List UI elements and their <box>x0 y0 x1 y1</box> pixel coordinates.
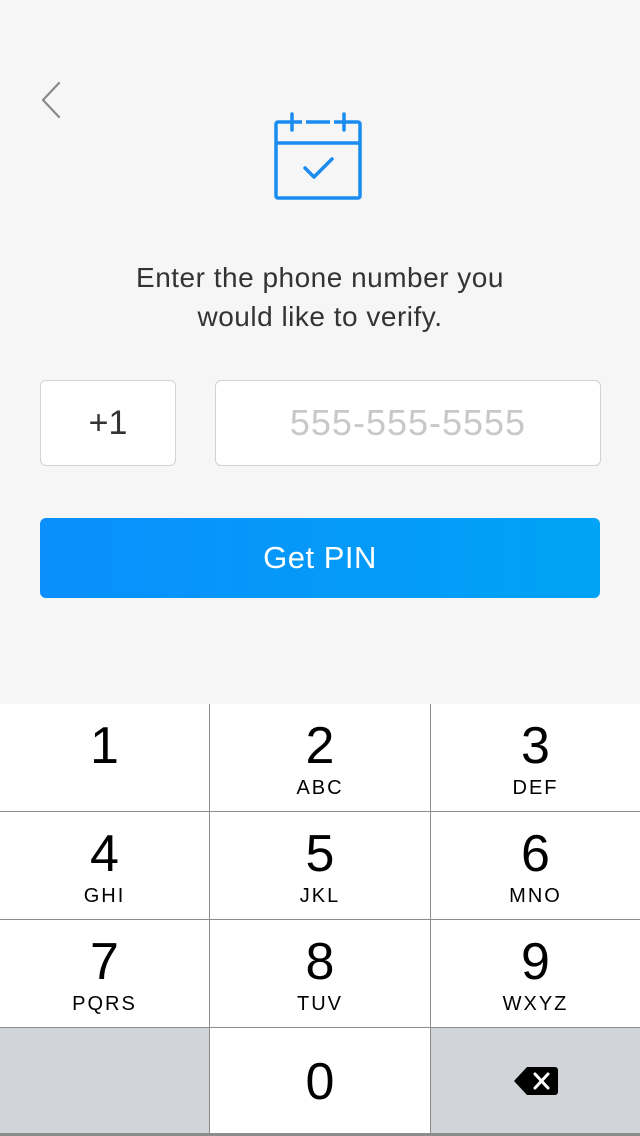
keypad-key-1[interactable]: 1 <box>0 704 209 811</box>
keypad-key-5[interactable]: 5 JKL <box>210 812 430 919</box>
phone-number-input[interactable] <box>215 380 601 466</box>
keypad-key-9[interactable]: 9 WXYZ <box>431 920 640 1027</box>
keypad-key-3[interactable]: 3 DEF <box>431 704 640 811</box>
country-code-label: +1 <box>88 403 128 442</box>
backspace-icon <box>513 1066 558 1095</box>
key-digit: 7 <box>90 933 119 991</box>
chevron-left-icon <box>41 81 61 119</box>
keypad-key-2[interactable]: 2 ABC <box>210 704 430 811</box>
calendar-check-icon <box>274 112 362 200</box>
key-letters: GHI <box>83 885 126 907</box>
keypad-key-7[interactable]: 7 PQRS <box>0 920 209 1027</box>
key-digit: 1 <box>90 717 119 775</box>
key-letters: ABC <box>296 777 344 799</box>
numeric-keypad: 1 2 ABC 3 DEF 4 GHI 5 JKL 6 MNO 7 PQRS 8… <box>0 704 640 1136</box>
keypad-key-4[interactable]: 4 GHI <box>0 812 209 919</box>
keypad-delete-key[interactable] <box>431 1028 640 1133</box>
key-letters: PQRS <box>72 993 137 1015</box>
country-code-selector[interactable]: +1 <box>40 380 176 466</box>
key-digit: 8 <box>305 933 335 991</box>
keypad-blank-key <box>0 1028 209 1133</box>
key-letters: MNO <box>509 885 562 907</box>
key-digit: 2 <box>305 717 335 775</box>
verify-prompt: Enter the phone number you would like to… <box>136 262 504 332</box>
key-letters: WXYZ <box>502 993 569 1015</box>
keypad-key-6[interactable]: 6 MNO <box>431 812 640 919</box>
keypad-key-0[interactable]: 0 <box>210 1028 430 1133</box>
key-digit: 3 <box>521 717 550 775</box>
key-digit: 5 <box>305 825 335 883</box>
back-button[interactable] <box>34 78 68 122</box>
key-digit: 9 <box>521 933 550 991</box>
key-digit: 0 <box>305 1053 335 1111</box>
get-pin-button[interactable]: Get PIN <box>40 518 600 598</box>
key-letters: JKL <box>299 885 341 907</box>
key-digit: 4 <box>90 825 119 883</box>
keypad-key-8[interactable]: 8 TUV <box>210 920 430 1027</box>
key-letters: DEF <box>512 777 559 799</box>
key-letters: TUV <box>297 993 343 1015</box>
key-digit: 6 <box>521 825 550 883</box>
